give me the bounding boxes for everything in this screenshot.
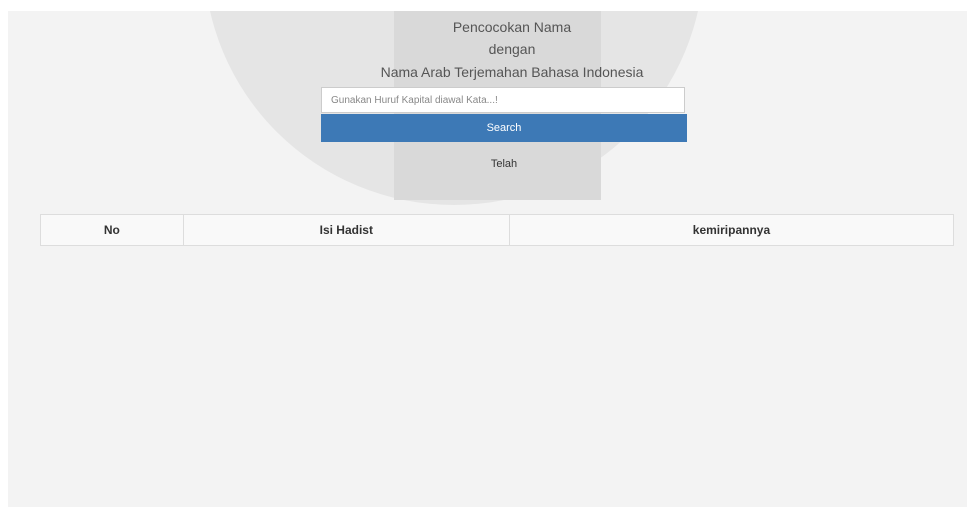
title-line-1: Pencocokan Nama xyxy=(452,19,572,35)
results-table: No Isi Hadist kemiripannya xyxy=(40,214,955,246)
main-panel: Pencocokan Nama dengan Nama Arab Terjema… xyxy=(8,11,967,507)
column-header-kemiripannya: kemiripannya xyxy=(508,214,955,246)
search-button[interactable]: Search xyxy=(321,114,687,142)
title-line-3: Nama Arab Terjemahan Bahasa Indonesia xyxy=(380,64,644,80)
search-input[interactable] xyxy=(321,87,685,113)
title-line-2: dengan xyxy=(488,41,536,57)
page: Pencocokan Nama dengan Nama Arab Terjema… xyxy=(0,0,972,507)
column-header-no: No xyxy=(40,214,184,246)
column-header-isi-hadist: Isi Hadist xyxy=(182,214,510,246)
status-text: Telah xyxy=(490,158,518,170)
table-header-row: No Isi Hadist kemiripannya xyxy=(40,214,955,246)
